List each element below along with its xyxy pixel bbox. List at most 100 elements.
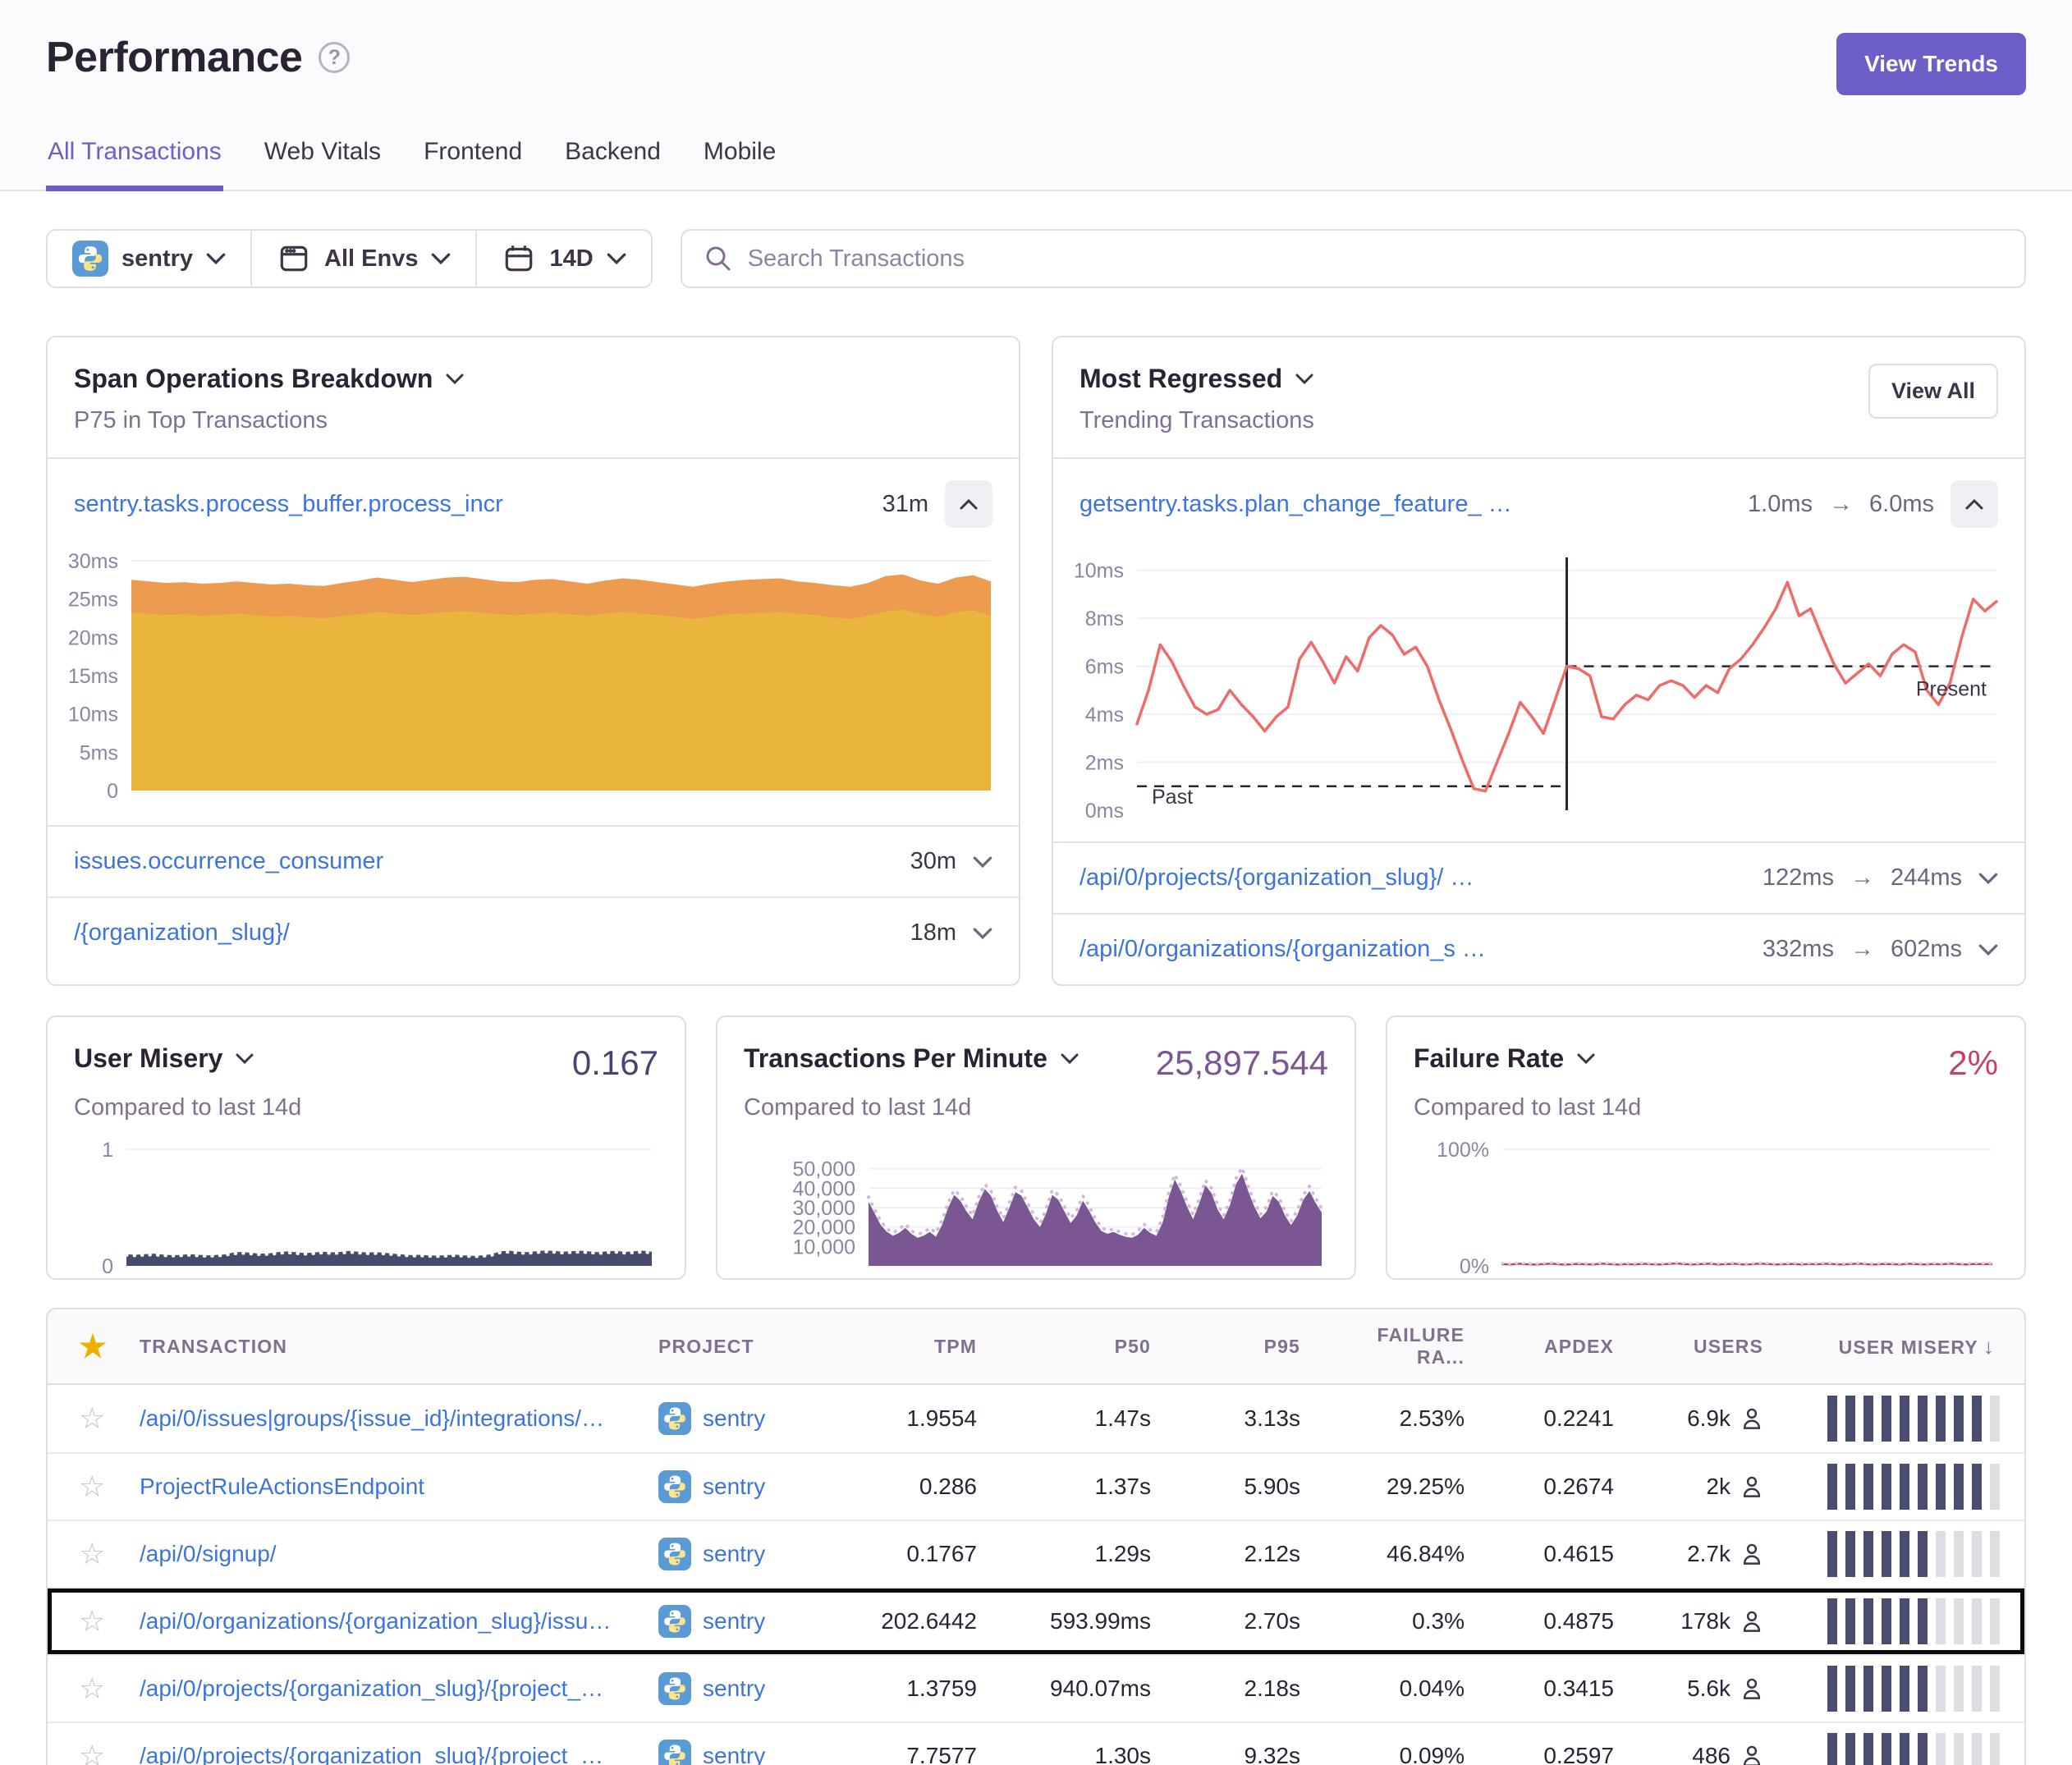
transaction-link[interactable]: ProjectRuleActionsEndpoint — [140, 1474, 424, 1499]
failure-rate-title[interactable]: Failure Rate — [1414, 1043, 1595, 1074]
col-project[interactable]: PROJECT — [658, 1336, 849, 1358]
svg-text:4ms: 4ms — [1085, 704, 1124, 727]
chevron-down-icon[interactable] — [1978, 944, 1998, 956]
col-p95[interactable]: P95 — [1180, 1336, 1330, 1358]
date-range-filter[interactable]: 14D — [475, 231, 650, 287]
project-link[interactable]: sentry — [703, 1676, 765, 1702]
transaction-cell: ProjectRuleActionsEndpoint — [140, 1474, 658, 1500]
misery-bar — [1882, 1531, 1891, 1577]
user-misery-title[interactable]: User Misery — [74, 1043, 254, 1074]
python-project-icon — [658, 1470, 691, 1503]
most-regressed-subtitle: Trending Transactions — [1080, 407, 1314, 434]
project-cell[interactable]: sentry — [658, 1538, 849, 1570]
table-row[interactable]: ☆/api/0/signup/sentry0.17671.29s2.12s46.… — [48, 1520, 2024, 1587]
tab-all-transactions[interactable]: All Transactions — [46, 138, 223, 191]
apdex-cell: 0.4615 — [1494, 1541, 1643, 1567]
users-cell: 5.6k — [1643, 1676, 1793, 1702]
regressed-transaction-link[interactable]: /api/0/organizations/{organization_s … — [1080, 936, 1486, 963]
regressed-from-value: 122ms — [1763, 864, 1834, 892]
transaction-link[interactable]: /api/0/organizations/{organization_slug}… — [140, 1608, 611, 1634]
p50-cell: 940.07ms — [1006, 1676, 1180, 1702]
misery-bar — [1900, 1666, 1909, 1712]
table-row[interactable]: ☆/api/0/issues|groups/{issue_id}/integra… — [48, 1385, 2024, 1452]
col-failure-rate[interactable]: FAILURE RA... — [1330, 1324, 1494, 1368]
col-p50[interactable]: P50 — [1006, 1336, 1180, 1358]
project-link[interactable]: sentry — [703, 1743, 765, 1765]
transaction-link[interactable]: /api/0/issues|groups/{issue_id}/integrat… — [140, 1405, 604, 1431]
col-apdex[interactable]: APDEX — [1494, 1336, 1643, 1358]
failure-rate-cell: 0.09% — [1330, 1743, 1494, 1765]
span-breakdown-chart: 05ms10ms15ms20ms25ms30ms — [53, 551, 997, 802]
col-users[interactable]: USERS — [1643, 1336, 1793, 1358]
arrow-right-icon: → — [1850, 936, 1874, 963]
project-link[interactable]: sentry — [703, 1405, 765, 1432]
project-cell[interactable]: sentry — [658, 1470, 849, 1503]
regression-trend-chart: 0ms2ms4ms6ms8ms10msPastPresent — [1058, 551, 2003, 822]
project-link[interactable]: sentry — [703, 1541, 765, 1567]
table-row[interactable]: ☆/api/0/organizations/{organization_slug… — [48, 1587, 2024, 1654]
regressed-to-value: 602ms — [1891, 936, 1962, 963]
star-toggle[interactable]: ☆ — [48, 1604, 140, 1639]
environment-filter[interactable]: All Envs — [250, 231, 475, 287]
project-filter[interactable]: sentry — [48, 231, 250, 287]
star-toggle[interactable]: ☆ — [48, 1401, 140, 1436]
span-operations-title[interactable]: Span Operations Breakdown — [74, 364, 464, 394]
project-link[interactable]: sentry — [703, 1474, 765, 1500]
star-toggle[interactable]: ☆ — [48, 1537, 140, 1571]
most-regressed-title[interactable]: Most Regressed — [1080, 364, 1314, 394]
p95-cell: 2.12s — [1180, 1541, 1330, 1567]
collapse-button[interactable] — [945, 480, 992, 528]
user-misery-cell — [1793, 1464, 2024, 1510]
transaction-link[interactable]: /api/0/projects/{organization_slug}/{pro… — [140, 1676, 603, 1701]
collapse-button[interactable] — [1951, 480, 1998, 528]
project-link[interactable]: sentry — [703, 1608, 765, 1634]
span-transaction-link[interactable]: sentry.tasks.process_buffer.process_incr — [74, 491, 503, 518]
misery-bar — [1972, 1396, 1982, 1442]
search-box[interactable] — [681, 229, 2026, 288]
chevron-down-icon[interactable] — [1978, 873, 1998, 884]
span-transaction-link[interactable]: issues.occurrence_consumer — [74, 848, 383, 875]
span-item-value: 31m — [882, 491, 928, 518]
misery-bar — [1827, 1666, 1837, 1712]
view-trends-button[interactable]: View Trends — [1836, 33, 2026, 95]
svg-text:Past: Past — [1152, 786, 1193, 809]
star-toggle[interactable]: ☆ — [48, 1671, 140, 1706]
p50-cell: 1.47s — [1006, 1405, 1180, 1432]
project-cell[interactable]: sentry — [658, 1672, 849, 1705]
transaction-link[interactable]: /api/0/projects/{organization_slug}/{pro… — [140, 1743, 603, 1765]
regressed-transaction-link[interactable]: getsentry.tasks.plan_change_feature_ … — [1080, 491, 1512, 518]
table-row[interactable]: ☆ProjectRuleActionsEndpointsentry0.2861.… — [48, 1452, 2024, 1520]
table-row[interactable]: ☆/api/0/projects/{organization_slug}/{pr… — [48, 1721, 2024, 1765]
p50-cell: 1.37s — [1006, 1474, 1180, 1500]
view-all-button[interactable]: View All — [1868, 364, 1998, 419]
col-tpm[interactable]: TPM — [849, 1336, 1006, 1358]
tpm-title[interactable]: Transactions Per Minute — [744, 1043, 1079, 1074]
transaction-link[interactable]: /api/0/signup/ — [140, 1541, 277, 1566]
span-transaction-link[interactable]: /{organization_slug}/ — [74, 919, 290, 947]
project-cell[interactable]: sentry — [658, 1605, 849, 1638]
tab-frontend[interactable]: Frontend — [422, 138, 524, 191]
star-toggle[interactable]: ☆ — [48, 1739, 140, 1765]
environment-filter-label: All Envs — [324, 245, 418, 273]
tpm-subtitle: Compared to last 14d — [744, 1094, 1328, 1121]
tab-mobile[interactable]: Mobile — [702, 138, 777, 191]
chevron-down-icon[interactable] — [973, 856, 992, 868]
failure-rate-chart: 100%0% — [1414, 1139, 1998, 1277]
search-transactions-input[interactable] — [748, 245, 2003, 273]
col-user-misery[interactable]: USER MISERY↓ — [1793, 1334, 2024, 1359]
tab-web-vitals[interactable]: Web Vitals — [263, 138, 383, 191]
col-transaction[interactable]: TRANSACTION — [140, 1336, 658, 1358]
tab-backend[interactable]: Backend — [563, 138, 662, 191]
regressed-transaction-link[interactable]: /api/0/projects/{organization_slug}/ … — [1080, 864, 1474, 892]
star-icon[interactable]: ★ — [48, 1328, 140, 1365]
star-toggle[interactable]: ☆ — [48, 1469, 140, 1504]
project-cell[interactable]: sentry — [658, 1740, 849, 1765]
help-icon[interactable]: ? — [319, 42, 350, 73]
user-icon — [1740, 1744, 1763, 1765]
misery-bar — [1918, 1598, 1928, 1644]
project-cell[interactable]: sentry — [658, 1402, 849, 1435]
chevron-down-icon[interactable] — [973, 928, 992, 939]
apdex-cell: 0.3415 — [1494, 1676, 1643, 1702]
svg-text:0: 0 — [102, 1255, 113, 1277]
table-row[interactable]: ☆/api/0/projects/{organization_slug}/{pr… — [48, 1654, 2024, 1721]
